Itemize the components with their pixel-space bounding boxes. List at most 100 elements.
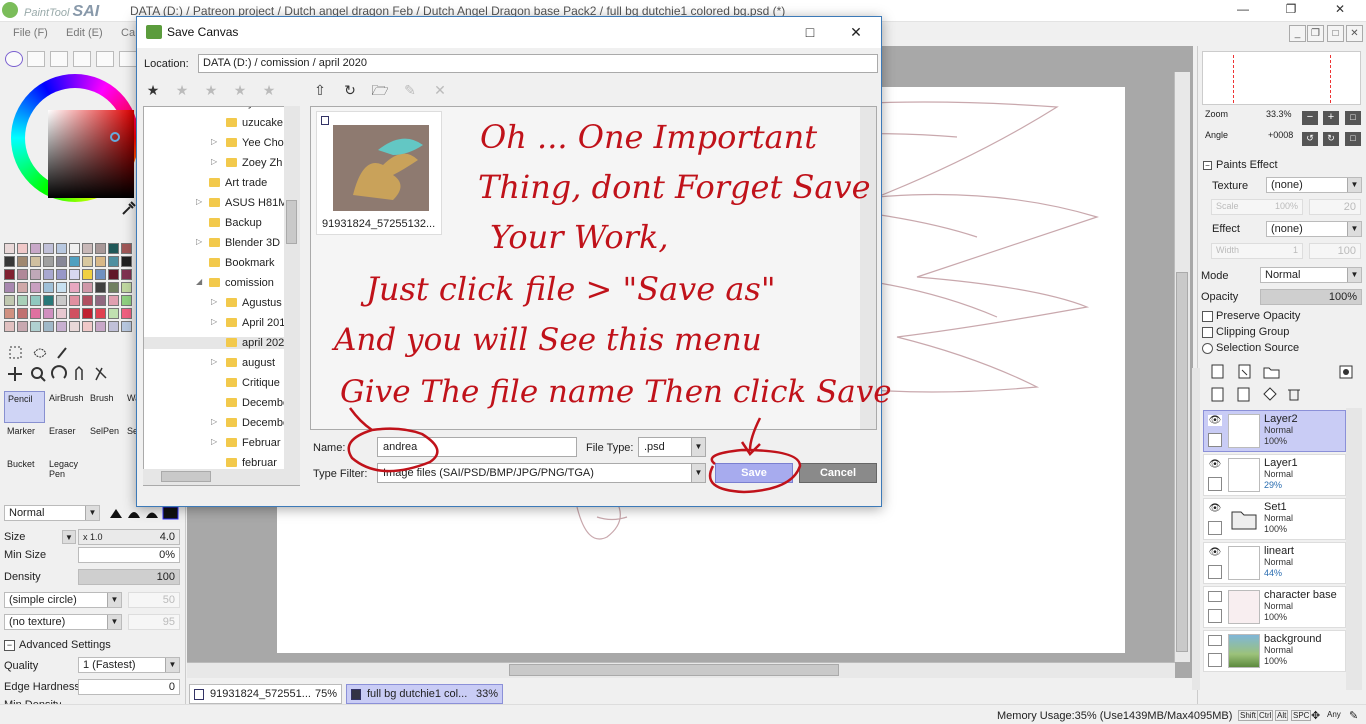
zoom-in-icon[interactable]: + <box>1323 111 1339 125</box>
color-swatch[interactable] <box>43 295 54 306</box>
folder-tree-item[interactable]: ▷ Decembe <box>144 417 289 429</box>
folder-tree-item[interactable]: ▷ Blender 3D <box>144 237 284 249</box>
layers-left-scrollbar[interactable] <box>1192 368 1200 690</box>
color-swatches-grid[interactable] <box>4 243 134 335</box>
folder-tree-item[interactable]: ▷ April 201 <box>144 317 285 329</box>
layer-row[interactable]: background Normal 100% <box>1203 630 1346 672</box>
remove-bookmark-icon[interactable]: ★ <box>230 80 250 100</box>
brush-shape-dropdown[interactable]: (simple circle) ▼ <box>4 592 122 608</box>
color-swatch[interactable] <box>82 269 93 280</box>
new-folder-icon[interactable]: 🗁 <box>370 80 390 100</box>
color-swatch[interactable] <box>69 295 80 306</box>
refresh-icon[interactable]: ↻ <box>340 80 360 100</box>
color-swatch[interactable] <box>108 243 119 254</box>
zoom-reset-icon[interactable]: □ <box>1345 111 1361 125</box>
color-swatch[interactable] <box>30 269 41 280</box>
mdi-close-icon[interactable]: ✕ <box>1346 25 1363 42</box>
color-swatch[interactable] <box>95 321 106 332</box>
rotate-right-icon[interactable]: ↻ <box>1323 132 1339 146</box>
opacity-slider[interactable]: 100% <box>1260 289 1362 305</box>
color-swatch[interactable] <box>30 295 41 306</box>
color-swatch[interactable] <box>82 295 93 306</box>
location-field[interactable]: DATA (D:) / comission / april 2020 <box>198 54 878 73</box>
canvas-vscroll-thumb[interactable] <box>1176 272 1188 652</box>
color-swatch[interactable] <box>4 243 15 254</box>
color-swatch[interactable] <box>56 269 67 280</box>
color-swatch[interactable] <box>4 269 15 280</box>
scale-strength[interactable]: 20 <box>1309 199 1361 215</box>
canvas-hscroll-thumb[interactable] <box>509 664 839 676</box>
tool-airbrush[interactable]: AirBrush <box>46 391 87 423</box>
effect-dropdown[interactable]: (none) ▼ <box>1266 221 1362 237</box>
cancel-button[interactable]: Cancel <box>799 463 877 483</box>
color-swatch[interactable] <box>30 243 41 254</box>
color-swatch[interactable] <box>108 308 119 319</box>
advanced-settings-label[interactable]: Advanced Settings <box>19 639 111 651</box>
folder-tree-vscroll[interactable] <box>284 106 300 469</box>
menu-canvas[interactable]: Ca <box>121 27 135 39</box>
brush-tip-shapes[interactable] <box>108 506 180 520</box>
width-slider[interactable]: Width 1 <box>1211 243 1303 259</box>
color-swatch[interactable] <box>69 321 80 332</box>
color-swatch[interactable] <box>95 295 106 306</box>
color-swatch[interactable] <box>30 256 41 267</box>
color-swatch[interactable] <box>69 256 80 267</box>
close-icon[interactable]: ✕ <box>1330 2 1350 18</box>
collapsed-arrow-icon[interactable]: ▷ <box>196 237 202 246</box>
color-swatch[interactable] <box>69 282 80 293</box>
doc-tab-2[interactable]: full bg dutchie1 col... 33% <box>346 684 503 704</box>
collapse-icon[interactable]: − <box>1203 161 1212 170</box>
edge-hardness-slider[interactable]: 0 <box>78 679 180 695</box>
color-swatch[interactable] <box>121 269 132 280</box>
color-swatch[interactable] <box>121 308 132 319</box>
layer-lock-checkbox[interactable] <box>1208 433 1222 447</box>
menu-edit[interactable]: Edit (E) <box>66 27 103 39</box>
tool-bucket[interactable]: Bucket <box>4 457 45 489</box>
edit-bookmark-icon[interactable]: ★ <box>201 80 221 100</box>
folder-tree-item[interactable]: ▷ Februar <box>144 437 284 449</box>
move-bookmark-icon[interactable]: ★ <box>259 80 279 100</box>
folder-tree-item[interactable]: april 202 <box>144 337 284 349</box>
layer-lock-checkbox[interactable] <box>1208 521 1222 535</box>
color-swatch[interactable] <box>17 243 28 254</box>
color-swatch[interactable] <box>43 269 54 280</box>
layer-mode-dropdown[interactable]: Normal ▼ <box>1260 267 1362 283</box>
color-swatch[interactable] <box>43 243 54 254</box>
rename-icon[interactable]: ✎ <box>400 80 420 100</box>
color-swatch[interactable] <box>108 256 119 267</box>
layer-row[interactable]: 👁 Layer2 Normal 100% <box>1203 410 1346 452</box>
layer-lock-checkbox[interactable] <box>1208 477 1222 491</box>
folder-tree-item[interactable]: ▷ august <box>144 357 284 369</box>
color-swatch[interactable] <box>121 321 132 332</box>
collapsed-arrow-icon[interactable]: ▷ <box>211 137 217 146</box>
density-slider[interactable]: 100 <box>78 569 180 585</box>
tool-brush[interactable]: Brush <box>87 391 128 423</box>
layer-lock-checkbox[interactable] <box>1208 609 1222 623</box>
color-swatch[interactable] <box>30 282 41 293</box>
color-swatch[interactable] <box>56 243 67 254</box>
color-swatch[interactable] <box>43 308 54 319</box>
color-swatch[interactable] <box>82 256 93 267</box>
folder-tree-item[interactable]: februar <box>144 457 284 469</box>
restore-icon[interactable]: ❐ <box>1281 2 1301 18</box>
folder-tree-item[interactable]: ◢ comission <box>144 277 284 289</box>
visibility-eye-icon[interactable] <box>1208 635 1222 646</box>
collapsed-arrow-icon[interactable]: ▷ <box>211 317 217 326</box>
collapsed-arrow-icon[interactable]: ▷ <box>211 437 217 446</box>
angle-value[interactable]: +0008 <box>1268 130 1293 140</box>
color-swatch[interactable] <box>69 269 80 280</box>
width-strength[interactable]: 100 <box>1309 243 1361 259</box>
color-swatch[interactable] <box>17 308 28 319</box>
quality-dropdown[interactable]: 1 (Fastest) ▼ <box>78 657 180 673</box>
folder-tree-item[interactable]: ▷ Zoey Zh <box>144 157 284 169</box>
color-swatch[interactable] <box>56 282 67 293</box>
color-swatch[interactable] <box>82 321 93 332</box>
color-swatch[interactable] <box>4 282 15 293</box>
collapsed-arrow-icon[interactable]: ▷ <box>211 297 217 306</box>
folder-tree-item[interactable]: Tyi <box>144 107 284 109</box>
brush-shape-strength[interactable]: 50 <box>128 592 180 608</box>
rotate-reset-icon[interactable]: □ <box>1345 132 1361 146</box>
scale-slider[interactable]: Scale 100% <box>1211 199 1303 215</box>
layer-row[interactable]: character base Normal 100% <box>1203 586 1346 628</box>
color-swatch[interactable] <box>56 295 67 306</box>
